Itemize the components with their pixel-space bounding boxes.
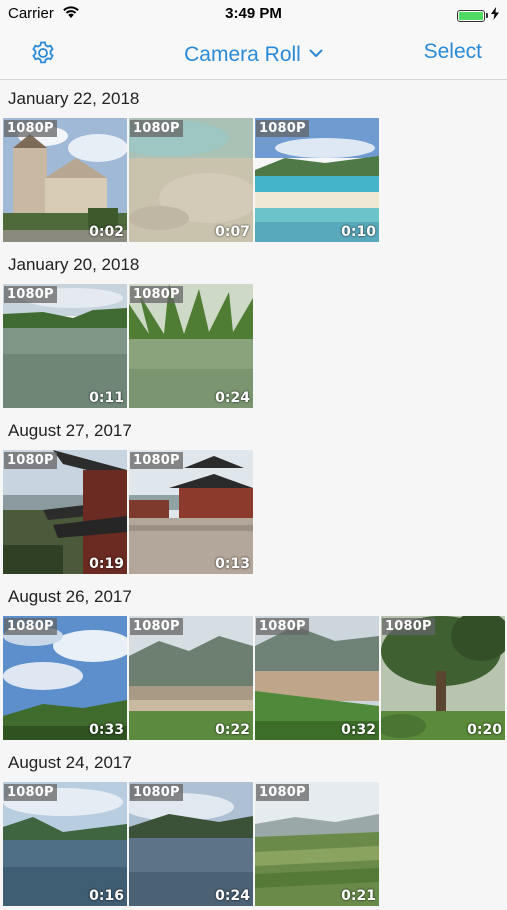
video-thumbnail[interactable]: 1080P 0:24 — [129, 782, 253, 906]
section-date-header: January 22, 2018 — [8, 89, 140, 108]
duration-label: 0:32 — [341, 722, 376, 738]
chevron-down-icon — [309, 40, 323, 64]
clock: 3:49 PM — [225, 5, 282, 22]
video-thumbnail[interactable]: 1080P 0:22 — [129, 616, 253, 740]
duration-label: 0:22 — [215, 722, 250, 738]
video-thumbnail[interactable]: 1080P 0:20 — [381, 616, 505, 740]
duration-label: 0:20 — [467, 722, 502, 738]
video-thumbnail[interactable]: 1080P 0:24 — [129, 284, 253, 408]
section-date-header: August 24, 2017 — [8, 753, 132, 772]
resolution-badge: 1080P — [4, 784, 57, 801]
status-bar: Carrier 3:49 PM — [0, 0, 507, 28]
video-grid-row: 1080P 0:02 1080P 0:07 1080P 0:10 — [0, 118, 507, 242]
duration-label: 0:33 — [89, 722, 124, 738]
resolution-badge: 1080P — [382, 618, 435, 635]
duration-label: 0:16 — [89, 888, 124, 904]
resolution-badge: 1080P — [4, 452, 57, 469]
video-thumbnail[interactable]: 1080P 0:07 — [129, 118, 253, 242]
battery-indicator — [457, 7, 499, 24]
video-thumbnail[interactable]: 1080P 0:19 — [3, 450, 127, 574]
video-list: January 22, 2018 1080P 0:02 1080P 0:07 1080P 0… — [0, 80, 507, 910]
video-grid-row: 1080P 0:16 1080P 0:24 1080P 0:21 — [0, 782, 507, 906]
nav-bar: Camera Roll Select — [0, 28, 507, 80]
resolution-badge: 1080P — [256, 784, 309, 801]
video-thumbnail[interactable]: 1080P 0:11 — [3, 284, 127, 408]
duration-label: 0:10 — [341, 224, 376, 240]
resolution-badge: 1080P — [4, 286, 57, 303]
video-grid-row: 1080P 0:19 1080P 0:13 — [0, 450, 507, 574]
resolution-badge: 1080P — [4, 618, 57, 635]
duration-label: 0:07 — [215, 224, 250, 240]
section-date-header: January 20, 2018 — [8, 255, 140, 274]
video-thumbnail[interactable]: 1080P 0:16 — [3, 782, 127, 906]
resolution-badge: 1080P — [130, 120, 183, 137]
duration-label: 0:02 — [89, 224, 124, 240]
video-thumbnail[interactable]: 1080P 0:21 — [255, 782, 379, 906]
duration-label: 0:13 — [215, 556, 250, 572]
resolution-badge: 1080P — [130, 286, 183, 303]
resolution-badge: 1080P — [4, 120, 57, 137]
duration-label: 0:11 — [89, 390, 124, 406]
resolution-badge: 1080P — [130, 618, 183, 635]
battery-icon — [457, 9, 485, 22]
album-title: Camera Roll — [184, 43, 301, 66]
select-button[interactable]: Select — [424, 40, 482, 64]
video-thumbnail[interactable]: 1080P 0:13 — [129, 450, 253, 574]
video-grid-row: 1080P 0:33 1080P 0:22 1080P 0:32 1080P 0:20 — [0, 616, 507, 740]
video-grid-row: 1080P 0:11 1080P 0:24 — [0, 284, 507, 408]
video-thumbnail[interactable]: 1080P 0:33 — [3, 616, 127, 740]
resolution-badge: 1080P — [256, 618, 309, 635]
section-date-header: August 27, 2017 — [8, 421, 132, 440]
duration-label: 0:24 — [215, 888, 250, 904]
section-date-header: August 26, 2017 — [8, 587, 132, 606]
video-thumbnail[interactable]: 1080P 0:02 — [3, 118, 127, 242]
resolution-badge: 1080P — [256, 120, 309, 137]
duration-label: 0:19 — [89, 556, 124, 572]
duration-label: 0:24 — [215, 390, 250, 406]
resolution-badge: 1080P — [130, 784, 183, 801]
resolution-badge: 1080P — [130, 452, 183, 469]
video-thumbnail[interactable]: 1080P 0:10 — [255, 118, 379, 242]
video-thumbnail[interactable]: 1080P 0:32 — [255, 616, 379, 740]
charging-bolt-icon — [491, 7, 499, 24]
duration-label: 0:21 — [341, 888, 376, 904]
